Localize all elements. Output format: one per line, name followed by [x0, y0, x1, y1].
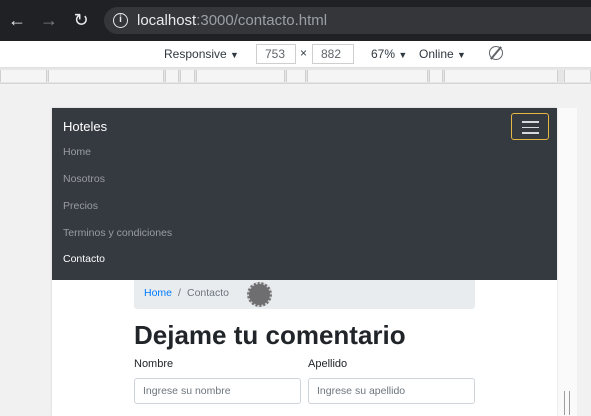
ruler-segment[interactable]: [165, 70, 179, 82]
breadcrumb-separator: /: [178, 287, 181, 299]
zoom-select[interactable]: 67% ▼: [371, 47, 407, 61]
rotate-icon[interactable]: [489, 46, 503, 60]
apellido-input[interactable]: [308, 378, 475, 404]
breadcrumb-current: Contacto: [187, 287, 230, 299]
address-bar[interactable]: i localhost:3000/contacto.html: [104, 7, 591, 34]
media-query-ruler[interactable]: [0, 68, 591, 84]
ruler-segment[interactable]: [307, 70, 428, 82]
back-icon[interactable]: ←: [7, 9, 27, 31]
hamburger-icon-bar: [522, 126, 539, 128]
info-icon[interactable]: i: [113, 13, 128, 28]
width-input[interactable]: 753: [256, 44, 296, 64]
viewport-side-strip: [557, 108, 577, 416]
nombre-label: Nombre: [134, 358, 174, 370]
ruler-segment[interactable]: [564, 70, 591, 82]
breadcrumb: Home / Contacto: [134, 280, 475, 309]
nav-link-nosotros[interactable]: Nosotros: [63, 173, 105, 185]
navbar-brand[interactable]: Hoteles: [63, 119, 107, 134]
navbar-toggler-button[interactable]: [511, 113, 549, 140]
network-select[interactable]: Online ▼: [419, 47, 466, 61]
resize-handle[interactable]: [564, 391, 570, 415]
dimension-separator: ×: [300, 46, 308, 60]
device-select[interactable]: Responsive ▼: [164, 47, 239, 61]
ruler-segment[interactable]: [196, 70, 285, 82]
ruler-segment[interactable]: [286, 70, 306, 82]
navbar: Hoteles Home Nosotros Precios Terminos y…: [52, 108, 557, 280]
height-input[interactable]: 882: [312, 44, 354, 64]
nombre-input[interactable]: [134, 378, 301, 404]
page-content: Hoteles Home Nosotros Precios Terminos y…: [52, 108, 557, 416]
forward-icon[interactable]: →: [39, 9, 59, 31]
apellido-label: Apellido: [308, 358, 348, 370]
ruler-segment[interactable]: [429, 70, 443, 82]
cursor-indicator-icon: [247, 282, 272, 307]
ruler-segment[interactable]: [180, 70, 195, 82]
nav-link-home[interactable]: Home: [63, 146, 91, 158]
reload-icon[interactable]: ↻: [71, 9, 91, 31]
hamburger-icon-bar: [522, 132, 539, 134]
browser-toolbar: ← → ↻ i localhost:3000/contacto.html: [0, 0, 591, 41]
hamburger-icon-bar: [522, 121, 539, 123]
ruler-segment[interactable]: [48, 70, 164, 82]
nav-link-contacto[interactable]: Contacto: [63, 253, 105, 265]
nav-link-terminos[interactable]: Terminos y condiciones: [63, 227, 172, 239]
ruler-segment[interactable]: [444, 70, 558, 82]
page-title: Dejame tu comentario: [134, 320, 406, 350]
nav-link-precios[interactable]: Precios: [63, 200, 98, 212]
device-toolbar: Responsive ▼ 753 × 882 67% ▼ Online ▼: [0, 41, 591, 68]
ruler-segment[interactable]: [0, 70, 47, 82]
breadcrumb-home-link[interactable]: Home: [144, 287, 172, 299]
url-text: localhost:3000/contacto.html: [137, 12, 328, 29]
